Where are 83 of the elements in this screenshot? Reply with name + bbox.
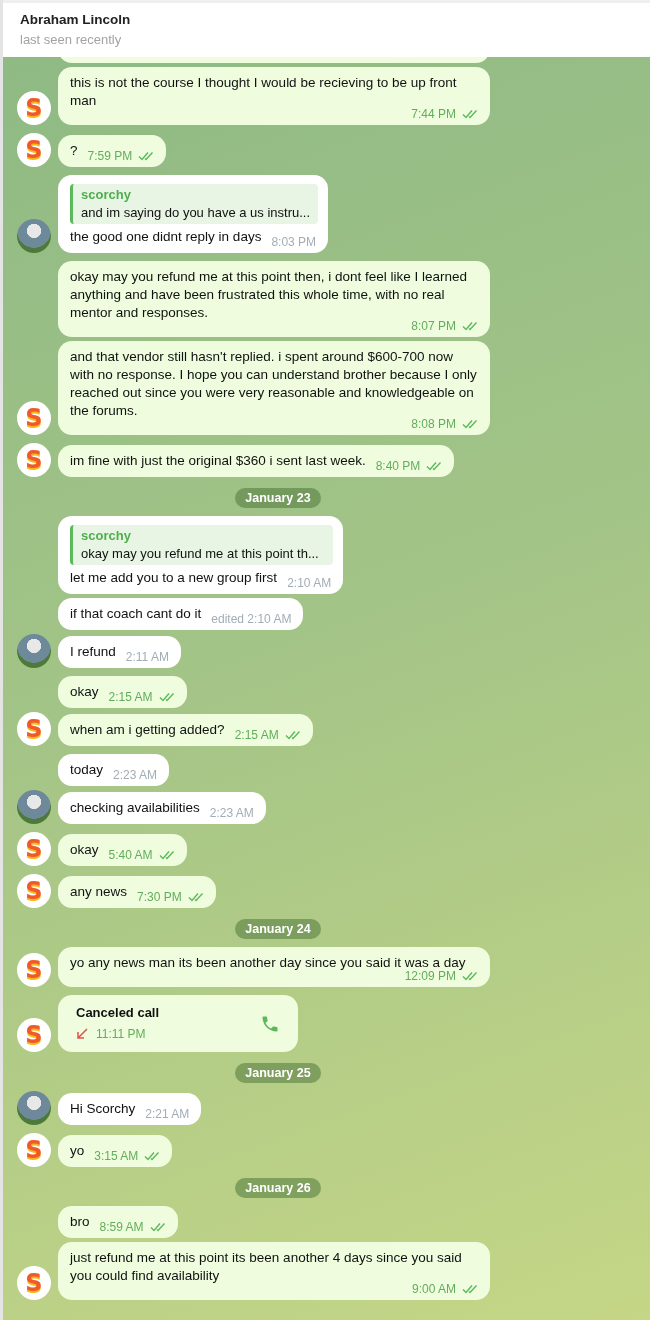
message-text: any news (70, 883, 128, 901)
avatar[interactable]: S (17, 91, 51, 125)
photo-placeholder[interactable] (17, 634, 51, 668)
message-text: checking availabilities (70, 799, 200, 817)
message-text: yo any news man its been another day since you said it was a day (70, 954, 466, 971)
message-text: today (70, 761, 104, 779)
double-check-icon (187, 892, 204, 902)
double-check-icon (158, 692, 175, 702)
reply-author: scorchy (81, 186, 132, 204)
message-time: 8:08 PM (411, 416, 456, 432)
date-label: January 23 (235, 488, 321, 508)
avatar[interactable]: S (17, 1266, 51, 1300)
message-text: when am i getting added? (70, 721, 225, 739)
message-text: let me add you to a new group first (70, 569, 278, 587)
message-text: this is not the course I thought I would be recieving to be up front man (70, 74, 458, 109)
message-time: 2:15 AM (234, 727, 279, 743)
message-time: 8:40 PM (375, 458, 421, 474)
message-text: okay (70, 841, 99, 859)
message-text: okay may you refund me at this point then, i dont feel like I learned anything and have been frustrated this whole time, with no real mentor and responses. (70, 268, 468, 321)
double-check-icon (426, 461, 443, 471)
date-label: January 24 (235, 919, 321, 939)
double-check-icon (138, 151, 155, 161)
message-time: 9:00 AM (411, 1281, 456, 1297)
double-check-icon (462, 321, 478, 331)
avatar[interactable]: S (17, 1133, 51, 1167)
message-time: 2:23 AM (209, 805, 254, 821)
date-label: January 25 (235, 1063, 321, 1083)
message-text: im fine with just the original $360 i sent last week. (70, 452, 366, 470)
avatar[interactable]: S (17, 1018, 51, 1052)
double-check-icon (462, 109, 478, 119)
date-label: January 26 (235, 1178, 321, 1198)
arrow-icon (76, 1028, 88, 1040)
reply-text: okay may you refund me at this point th... (81, 545, 320, 563)
message-time: 7:59 PM (87, 148, 133, 164)
avatar[interactable]: S (17, 953, 51, 987)
avatar[interactable]: S (17, 443, 51, 477)
message-text: if that coach cant do it (70, 605, 202, 623)
double-check-icon (284, 730, 301, 740)
message-time: 2:21 AM (145, 1106, 190, 1122)
double-check-icon (462, 1284, 478, 1294)
contact-status: last seen recently (20, 32, 123, 47)
message-text: I refund (70, 643, 116, 661)
message-text: yo (70, 1142, 85, 1160)
message-time: 5:40 AM (108, 847, 153, 863)
reply-quote[interactable]: scorchy okay may you refund me at this point th... (70, 525, 334, 565)
message-time: 8:03 PM (271, 234, 317, 250)
message-text: the good one didnt reply in days (70, 228, 262, 246)
call-title: Canceled call (76, 1004, 160, 1022)
avatar[interactable]: S (17, 832, 51, 866)
message-time: 7:44 PM (411, 106, 456, 122)
photo-placeholder[interactable] (17, 1091, 51, 1125)
message-time: 2:23 AM (113, 767, 158, 783)
avatar[interactable]: S (17, 874, 51, 908)
message-time: 2:15 AM (108, 689, 153, 705)
reply-author: scorchy (81, 527, 132, 545)
message-text: bro (70, 1213, 90, 1231)
message-time: 12:09 PM (404, 969, 456, 984)
avatar[interactable]: S (17, 133, 51, 167)
contact-name: Abraham Lincoln (20, 12, 132, 27)
message-time: 7:30 PM (137, 889, 182, 905)
photo-placeholder[interactable] (17, 219, 51, 253)
double-check-icon (144, 1151, 161, 1161)
message-time: 3:15 AM (94, 1148, 139, 1164)
message-time: 2:11 AM (125, 649, 169, 665)
message-text: and that vendor still hasn't replied. i spent around $600-700 now with no response. I hope you can understand brother because I only reached out since you were very reasonable and knowledgeable on the forums. (70, 348, 478, 419)
double-check-icon (462, 971, 478, 981)
message-time: edited 2:10 AM (211, 611, 292, 627)
message-text: just refund me at this point its been another 4 days since you said you could find availability (70, 1249, 463, 1284)
message-time: 11:11 PM (96, 1026, 146, 1043)
photo-placeholder[interactable] (17, 790, 51, 824)
reply-quote[interactable]: scorchy and im saying do you have a us instru... (70, 184, 319, 224)
message-time: 8:59 AM (99, 1219, 144, 1235)
double-check-icon (158, 850, 175, 860)
avatar[interactable]: S (17, 401, 51, 435)
reply-text: and im saying do you have a us instru... (81, 204, 311, 222)
message-text: okay (70, 683, 99, 701)
message-text: ? (70, 142, 78, 160)
double-check-icon (149, 1222, 166, 1232)
message-time: 2:10 AM (287, 575, 332, 591)
double-check-icon (462, 419, 478, 429)
message-text: Hi Scorchy (70, 1100, 136, 1118)
avatar[interactable]: S (17, 712, 51, 746)
message-time: 8:07 PM (411, 318, 456, 334)
